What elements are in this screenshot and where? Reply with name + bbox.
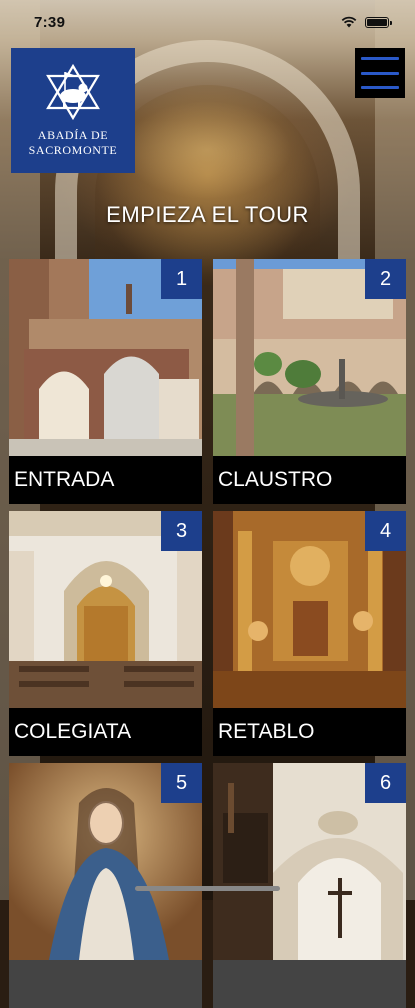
hamburger-menu-icon [361, 86, 399, 89]
status-time: 7:39 [34, 13, 66, 31]
tour-card-label: CLAUSTRO [213, 456, 406, 504]
logo-text-line1: ABADÍA DE [37, 128, 109, 142]
tour-card-label: RETABLO [213, 708, 406, 756]
hamburger-menu-icon [361, 71, 399, 75]
lamb-cross-emblem-icon [46, 63, 100, 121]
status-bar: 7:39 [0, 0, 415, 44]
tour-number-badge: 5 [161, 763, 202, 803]
abadia-logo[interactable]: ABADÍA DE SACROMONTE [11, 48, 135, 173]
home-indicator [135, 886, 280, 891]
tour-grid: 1 ENTRADA 2 CLAUSTRO 3 COLEGIATA 4 RETAB… [9, 259, 406, 1008]
tour-card-label: COLEGIATA [9, 708, 202, 756]
tour-card-entrada[interactable]: 1 ENTRADA [9, 259, 202, 504]
status-icons [341, 16, 392, 28]
tour-card-colegiata[interactable]: 3 COLEGIATA [9, 511, 202, 756]
tour-number-badge: 4 [365, 511, 406, 551]
wifi-icon [341, 16, 357, 28]
logo-text-line2: SACROMONTE [28, 143, 118, 157]
tour-number-badge: 6 [365, 763, 406, 803]
tour-number-badge: 2 [365, 259, 406, 299]
tour-card-retablo[interactable]: 4 RETABLO [213, 511, 406, 756]
tour-card-claustro[interactable]: 2 CLAUSTRO [213, 259, 406, 504]
tour-number-badge: 3 [161, 511, 202, 551]
hamburger-menu-button[interactable] [355, 48, 405, 98]
tour-card-label: ENTRADA [9, 456, 202, 504]
battery-icon [365, 16, 392, 28]
hamburger-menu-icon [361, 57, 399, 60]
page-title: EMPIEZA EL TOUR [106, 202, 309, 227]
tour-number-badge: 1 [161, 259, 202, 299]
